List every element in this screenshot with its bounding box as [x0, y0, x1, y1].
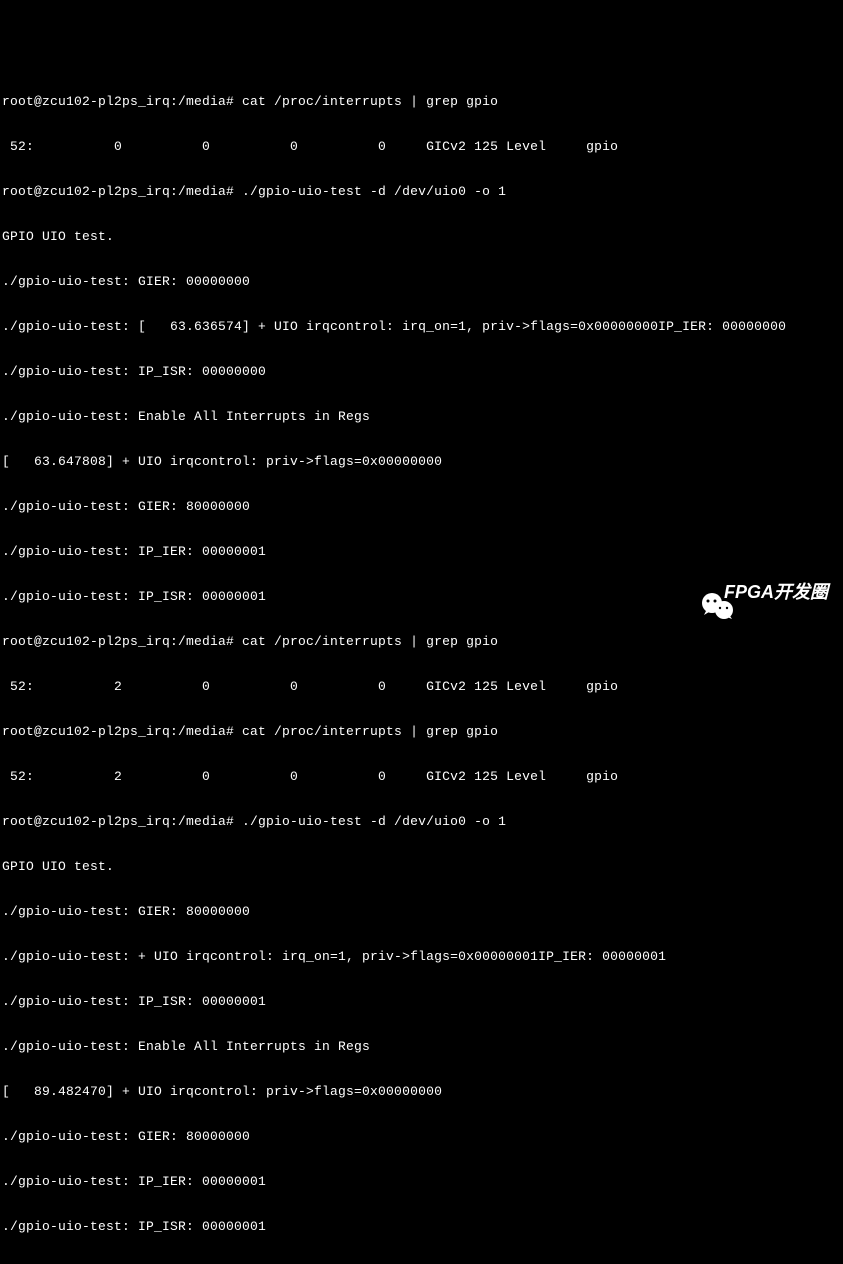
terminal-line: [ 63.647808] + UIO irqcontrol: priv->fla…: [2, 454, 841, 469]
terminal-line: ./gpio-uio-test: IP_ISR: 00000001: [2, 1219, 841, 1234]
terminal-line: root@zcu102-pl2ps_irq:/media# ./gpio-uio…: [2, 814, 841, 829]
terminal-line: ./gpio-uio-test: GIER: 80000000: [2, 1129, 841, 1144]
terminal-line: root@zcu102-pl2ps_irq:/media# ./gpio-uio…: [2, 184, 841, 199]
terminal-line: GPIO UIO test.: [2, 229, 841, 244]
terminal-line: 52: 2 0 0 0 GICv2 125 Level gpio: [2, 769, 841, 784]
terminal-line: 52: 2 0 0 0 GICv2 125 Level gpio: [2, 679, 841, 694]
terminal-line: GPIO UIO test.: [2, 859, 841, 874]
terminal-line: ./gpio-uio-test: Enable All Interrupts i…: [2, 409, 841, 424]
wechat-watermark: FPGA开发圈: [680, 577, 828, 607]
terminal-line: root@zcu102-pl2ps_irq:/media# cat /proc/…: [2, 724, 841, 739]
terminal-line: ./gpio-uio-test: IP_IER: 00000001: [2, 1174, 841, 1189]
terminal-line: ./gpio-uio-test: IP_ISR: 00000000: [2, 364, 841, 379]
terminal-line: ./gpio-uio-test: IP_IER: 00000001: [2, 544, 841, 559]
terminal-line: root@zcu102-pl2ps_irq:/media# cat /proc/…: [2, 634, 841, 649]
terminal-line: ./gpio-uio-test: [ 63.636574] + UIO irqc…: [2, 319, 841, 334]
terminal-line: root@zcu102-pl2ps_irq:/media# cat /proc/…: [2, 94, 841, 109]
terminal-line: ./gpio-uio-test: GIER: 00000000: [2, 274, 841, 289]
terminal-line: ./gpio-uio-test: IP_ISR: 00000001: [2, 994, 841, 1009]
wechat-label: FPGA开发圈: [724, 585, 828, 600]
terminal-output[interactable]: root@zcu102-pl2ps_irq:/media# cat /proc/…: [2, 64, 841, 1264]
terminal-line: 52: 0 0 0 0 GICv2 125 Level gpio: [2, 139, 841, 154]
terminal-line: ./gpio-uio-test: GIER: 80000000: [2, 499, 841, 514]
terminal-line: ./gpio-uio-test: + UIO irqcontrol: irq_o…: [2, 949, 841, 964]
terminal-line: [ 89.482470] + UIO irqcontrol: priv->fla…: [2, 1084, 841, 1099]
terminal-line: ./gpio-uio-test: GIER: 80000000: [2, 904, 841, 919]
terminal-line: ./gpio-uio-test: Enable All Interrupts i…: [2, 1039, 841, 1054]
wechat-icon: [680, 577, 716, 607]
